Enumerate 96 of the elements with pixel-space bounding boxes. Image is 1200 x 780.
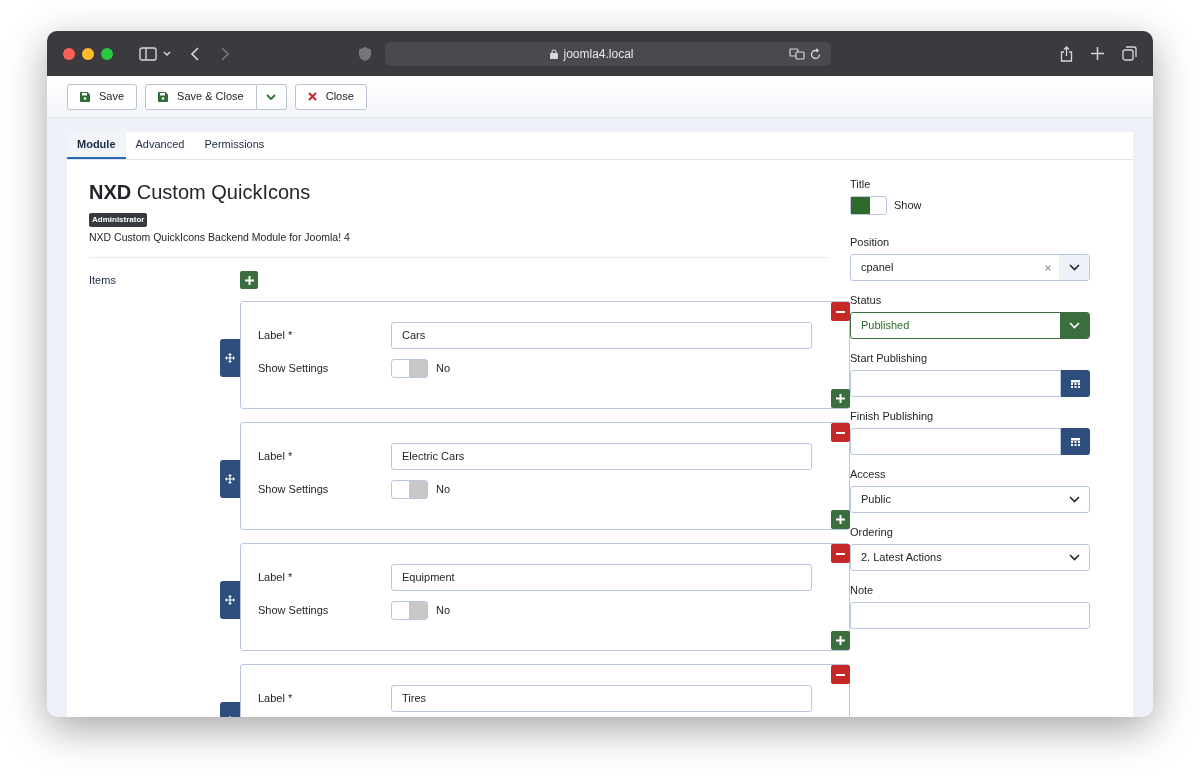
label-input[interactable]: Electric Cars [391, 443, 812, 470]
move-icon [225, 474, 235, 484]
select-field[interactable]: cpanel [850, 254, 1090, 281]
select-field[interactable]: Public [850, 486, 1090, 513]
tab[interactable]: Module [67, 132, 126, 159]
calendar-button[interactable] [1061, 370, 1090, 397]
chevron-down-icon [1068, 496, 1080, 503]
toggle-state-text: No [436, 482, 451, 498]
items-label: Items [89, 272, 117, 288]
field-label: Show Settings [257, 482, 330, 498]
calendar-button[interactable] [1061, 428, 1090, 455]
plus-icon [836, 515, 845, 524]
field-label: Ordering [850, 525, 894, 539]
address-bar[interactable]: joomla4.local [385, 41, 831, 66]
save-button[interactable]: Save & Close [145, 83, 257, 110]
minus-icon [836, 310, 845, 313]
chevron-down-icon [1068, 264, 1080, 271]
url-text: joomla4.local [563, 45, 634, 63]
field-label: Status [850, 293, 883, 307]
save-icon [158, 91, 169, 102]
share-icon[interactable] [1060, 45, 1073, 62]
forward-icon[interactable] [221, 46, 229, 61]
add-item-button[interactable] [831, 631, 850, 650]
note-input[interactable] [850, 602, 1090, 629]
module-title: NXD Custom QuickIcons [89, 180, 312, 204]
clear-icon[interactable] [1045, 264, 1051, 271]
toggle-switch[interactable] [850, 196, 887, 215]
module-description: NXD Custom QuickIcons Backend Module for Joomla! 4 [89, 230, 351, 244]
date-input[interactable] [850, 428, 1061, 455]
select-field[interactable]: 2. Latest Actions [850, 544, 1090, 571]
minus-icon [836, 673, 845, 676]
chevron-down-icon[interactable] [163, 50, 171, 57]
save-button[interactable]: Save [67, 83, 138, 110]
toggle-switch[interactable] [391, 359, 428, 378]
remove-item-button[interactable] [831, 302, 850, 321]
remove-item-button[interactable] [831, 544, 850, 563]
toggle-state-text: No [436, 361, 451, 377]
add-item-button[interactable] [831, 510, 850, 529]
label-input[interactable]: Equipment [391, 564, 812, 591]
plus-icon[interactable] [1091, 47, 1104, 60]
date-input[interactable] [850, 370, 1061, 397]
save-icon [80, 91, 90, 102]
close-button[interactable]: Close [294, 83, 367, 110]
field-label: Label * [257, 328, 294, 344]
tab[interactable]: Permissions [194, 132, 275, 159]
field-label: Label * [257, 691, 294, 707]
move-icon [225, 595, 235, 605]
lock-icon [550, 48, 559, 59]
sidebar-icon[interactable] [139, 46, 157, 61]
tabs-icon[interactable] [1122, 46, 1137, 61]
client-badge: Administrator [89, 213, 148, 227]
field-label: Access [850, 467, 887, 481]
field-label: Label * [257, 570, 294, 586]
remove-item-button[interactable] [831, 665, 850, 684]
minimize-window-button[interactable] [82, 47, 94, 60]
reload-icon[interactable] [810, 47, 821, 60]
field-label: Finish Publishing [850, 409, 935, 423]
minus-icon [836, 552, 845, 555]
toggle-switch[interactable] [391, 601, 428, 620]
label-input[interactable]: Tires [391, 685, 812, 712]
drag-handle[interactable] [220, 581, 240, 619]
move-icon [225, 353, 235, 363]
plus-icon [244, 275, 254, 285]
toggle-state-text: No [436, 603, 451, 619]
toggle-switch[interactable] [391, 480, 428, 499]
calendar-icon [1071, 436, 1080, 447]
shield-icon[interactable] [359, 46, 371, 61]
field-label: Show Settings [257, 361, 330, 377]
tab[interactable]: Advanced [125, 132, 195, 159]
field-label: Position [850, 235, 891, 249]
field-label: Title [850, 177, 872, 191]
field-label: Show Settings [257, 603, 330, 619]
remove-item-button[interactable] [831, 423, 850, 442]
toggle-state-text: Show [894, 198, 922, 214]
add-item-button[interactable] [240, 271, 258, 289]
drag-handle[interactable] [220, 339, 240, 377]
back-icon[interactable] [191, 46, 199, 61]
close-window-button[interactable] [63, 47, 75, 60]
chevron-down-icon [266, 93, 277, 100]
field-label: Note [850, 583, 875, 597]
field-label: Label * [257, 449, 294, 465]
zoom-window-button[interactable] [101, 47, 113, 60]
add-item-button[interactable] [831, 389, 850, 408]
label-input[interactable]: Cars [391, 322, 812, 349]
minus-icon [836, 431, 845, 434]
plus-icon [836, 636, 845, 645]
calendar-icon [1071, 378, 1080, 389]
drag-handle[interactable] [220, 460, 240, 498]
plus-icon [836, 394, 845, 403]
chevron-down-icon [1069, 322, 1080, 329]
close-icon [307, 92, 317, 101]
chevron-down-icon [1068, 554, 1080, 561]
translate-icon[interactable] [789, 47, 805, 60]
status-select[interactable]: Published [850, 312, 1090, 339]
dropdown-toggle[interactable] [256, 83, 287, 110]
field-label: Start Publishing [850, 351, 929, 365]
